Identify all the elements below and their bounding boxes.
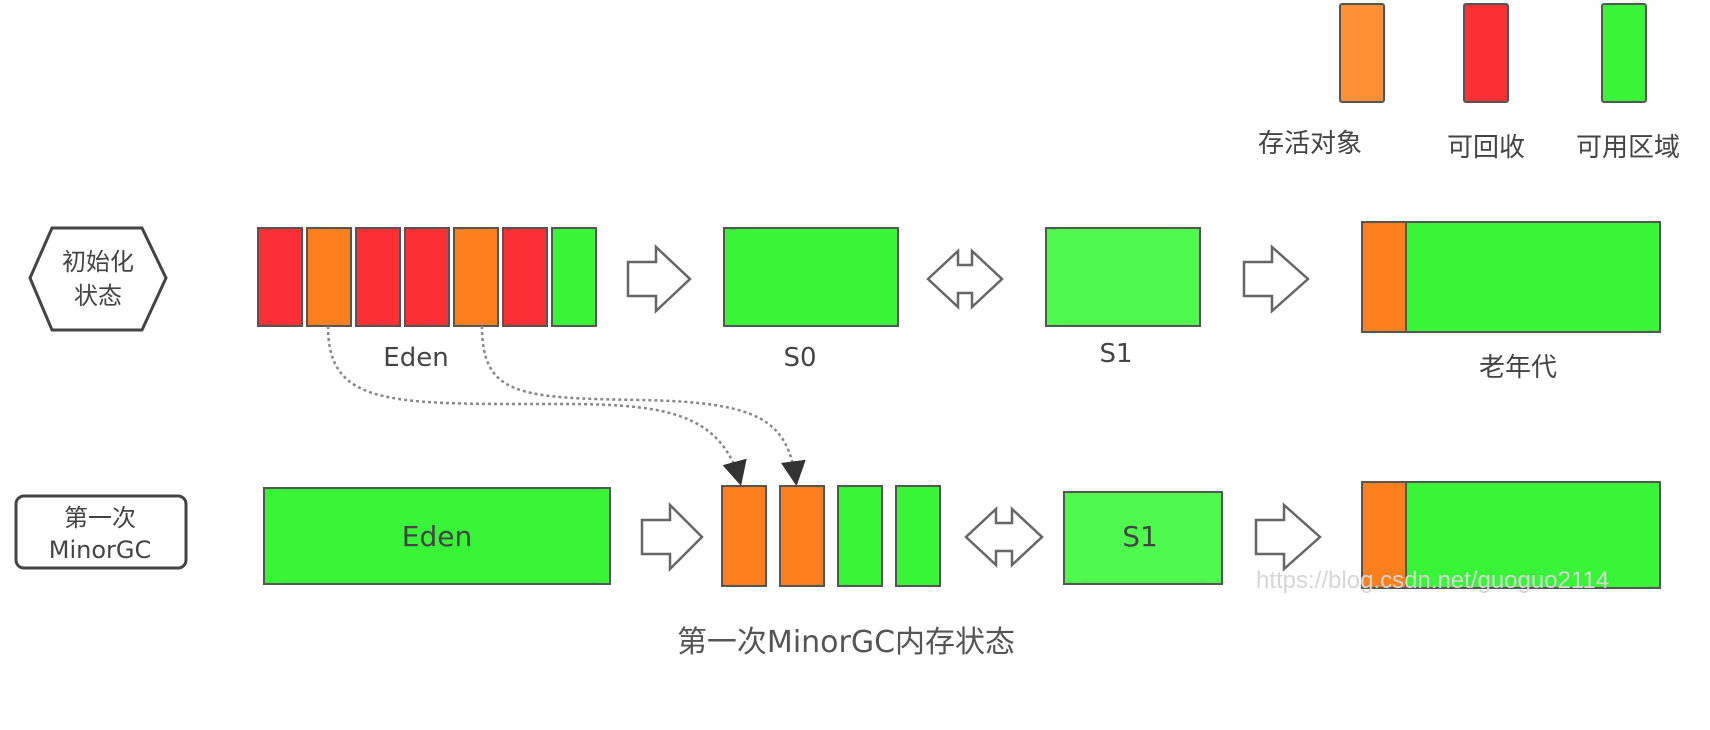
row2-s0-block-available (837, 485, 883, 587)
row2-s1-label: S1 (1122, 520, 1158, 553)
row1-eden-block-recyclable (404, 227, 450, 327)
row1-s1-label: S1 (1099, 339, 1132, 369)
legend-swatch-recyclable (1463, 3, 1509, 103)
diagram-caption: 第一次MinorGC内存状态 (677, 625, 1015, 660)
legend-label-recyclable: 可回收 (1447, 133, 1525, 163)
row2-badge-line2: MinorGC (49, 536, 152, 564)
row1-s1-region (1045, 227, 1201, 327)
row2-double-arrow-s0-s1 (964, 506, 1044, 568)
row2-badge-line1: 第一次 (64, 504, 136, 532)
legend-swatch-survive (1339, 3, 1385, 103)
row1-old-label: 老年代 (1479, 353, 1557, 383)
diagram-svg: 存活对象 可回收 可用区域 初始化 状态 Eden S0 S1 老年代 第一次 … (14, 3, 1680, 660)
row2-s0-block-survive (721, 485, 767, 587)
legend: 存活对象 可回收 可用区域 (1258, 3, 1680, 163)
row1-old-generation (1361, 221, 1661, 333)
dotted-curve-survive-2 (480, 325, 806, 487)
row1-eden-block-recyclable (257, 227, 303, 327)
row1-arrow-s1-to-old (1242, 244, 1310, 314)
row1-badge: 初始化 状态 (28, 226, 168, 332)
row1-badge-line2: 状态 (74, 282, 122, 310)
row1-old-survive (1361, 221, 1407, 333)
row1-eden-block-available (551, 227, 597, 327)
row1-arrow-eden-to-s0 (626, 244, 692, 314)
row1-eden-block-recyclable (502, 227, 548, 327)
row1-eden-label: Eden (383, 343, 448, 373)
row2-s0-block-available (895, 485, 941, 587)
row2-eden-label: Eden (402, 520, 472, 553)
gc-diagram-canvas: 存活对象 可回收 可用区域 初始化 状态 Eden S0 S1 老年代 第一次 … (0, 0, 1710, 730)
row1-badge-line1: 初始化 (62, 248, 134, 276)
row1-s0-label: S0 (783, 343, 816, 373)
watermark: https://blog.csdn.net/guoguo2114 (1256, 567, 1609, 594)
legend-label-available: 可用区域 (1576, 133, 1680, 163)
row1-eden-block-recyclable (355, 227, 401, 327)
row2-arrow-eden-to-s0 (640, 501, 704, 573)
row1-eden-block-survive (453, 227, 499, 327)
row1-eden-region (257, 227, 597, 327)
row2-s0-region (721, 485, 941, 587)
legend-swatch-available (1601, 3, 1647, 103)
row2-s0-block-survive (779, 485, 825, 587)
row1-eden-block-survive (306, 227, 352, 327)
legend-label-survive: 存活对象 (1258, 129, 1362, 159)
row2-badge: 第一次 MinorGC (14, 494, 188, 570)
row2-arrow-s1-to-old (1254, 502, 1322, 572)
row1-s0-region (723, 227, 899, 327)
row1-hexagon-badge (28, 226, 168, 332)
row1-double-arrow-s0-s1 (926, 248, 1004, 310)
